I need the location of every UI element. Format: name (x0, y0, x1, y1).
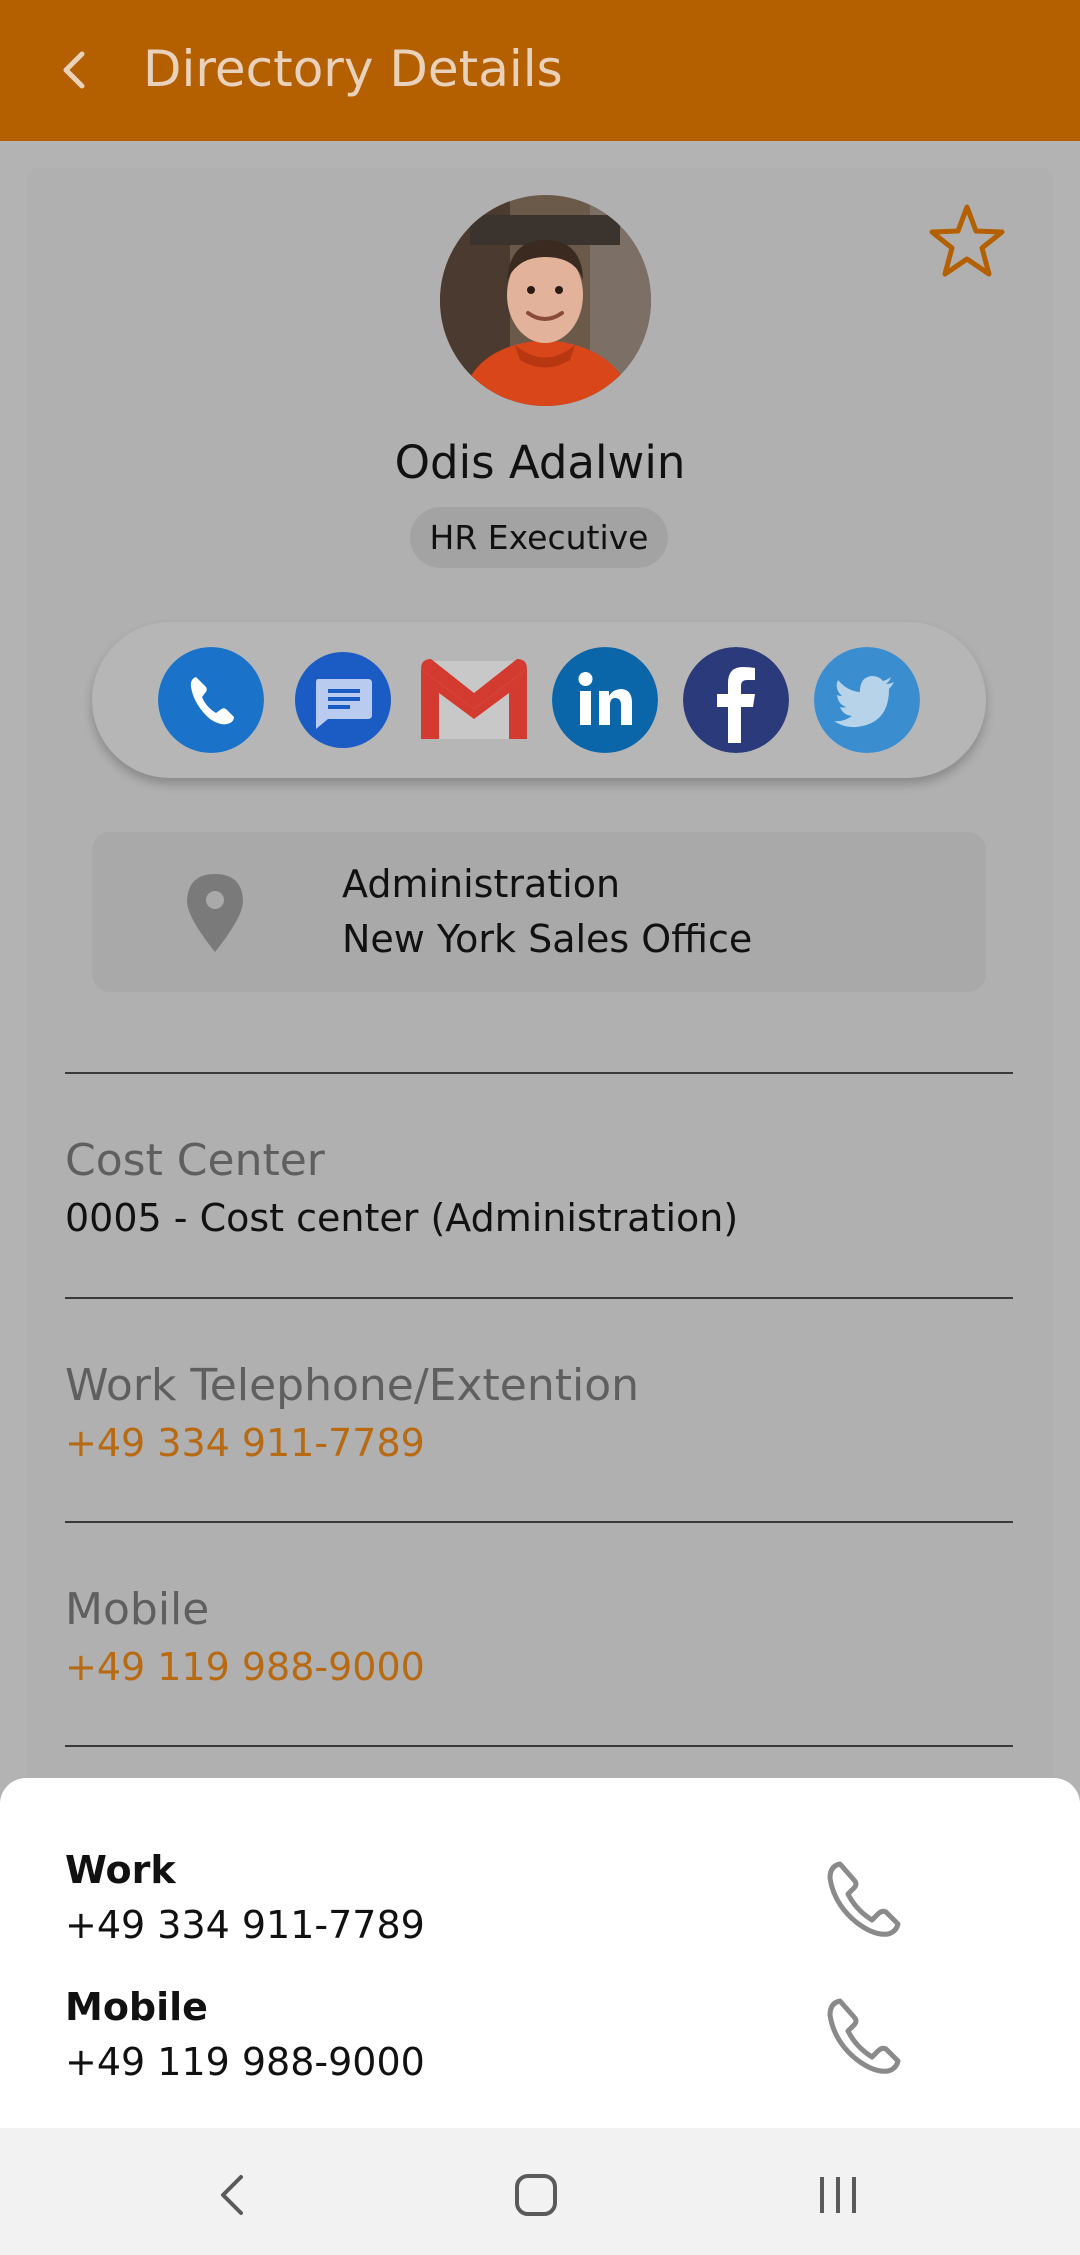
divider (65, 1072, 1013, 1074)
cost-center-value: 0005 - Cost center (Administration) (65, 1196, 739, 1240)
linkedin-icon (552, 647, 658, 753)
mobile-option-number[interactable]: +49 119 988-9000 (65, 2040, 425, 2084)
role-badge: HR Executive (410, 507, 668, 568)
mobile-phone-link[interactable]: +49 119 988-9000 (65, 1645, 425, 1689)
back-arrow-icon[interactable] (54, 46, 94, 94)
message-icon (295, 652, 391, 748)
message-button[interactable] (290, 647, 396, 753)
work-option-label: Work (65, 1848, 176, 1892)
home-nav-icon[interactable] (506, 2165, 566, 2225)
divider (65, 1297, 1013, 1299)
phone-icon (158, 647, 264, 753)
facebook-button[interactable] (683, 647, 789, 753)
page-title: Directory Details (143, 40, 563, 98)
gmail-button[interactable] (421, 647, 527, 753)
department-name: Administration (342, 862, 621, 906)
facebook-icon (683, 647, 789, 753)
mobile-option-label: Mobile (65, 1985, 208, 2029)
back-nav-icon[interactable] (203, 2165, 263, 2225)
divider (65, 1521, 1013, 1523)
map-pin-icon (187, 874, 243, 952)
phone-button[interactable] (158, 647, 264, 753)
work-option-number[interactable]: +49 334 911-7789 (65, 1903, 425, 1947)
twitter-icon (814, 647, 920, 753)
gmail-icon (421, 659, 527, 739)
phone-outline-icon[interactable] (822, 1858, 904, 1940)
mobile-label: Mobile (65, 1584, 210, 1635)
phone-outline-icon[interactable] (822, 1995, 904, 2077)
divider (65, 1745, 1013, 1747)
twitter-button[interactable] (814, 647, 920, 753)
work-phone-link[interactable]: +49 334 911-7789 (65, 1421, 425, 1465)
linkedin-button[interactable] (552, 647, 658, 753)
avatar (440, 195, 651, 406)
cost-center-label: Cost Center (65, 1135, 325, 1186)
recents-nav-icon[interactable] (808, 2165, 868, 2225)
work-phone-label: Work Telephone/Extention (65, 1360, 640, 1411)
person-name: Odis Adalwin (394, 436, 686, 489)
star-outline-icon[interactable] (927, 201, 1007, 281)
office-name: New York Sales Office (342, 917, 753, 961)
